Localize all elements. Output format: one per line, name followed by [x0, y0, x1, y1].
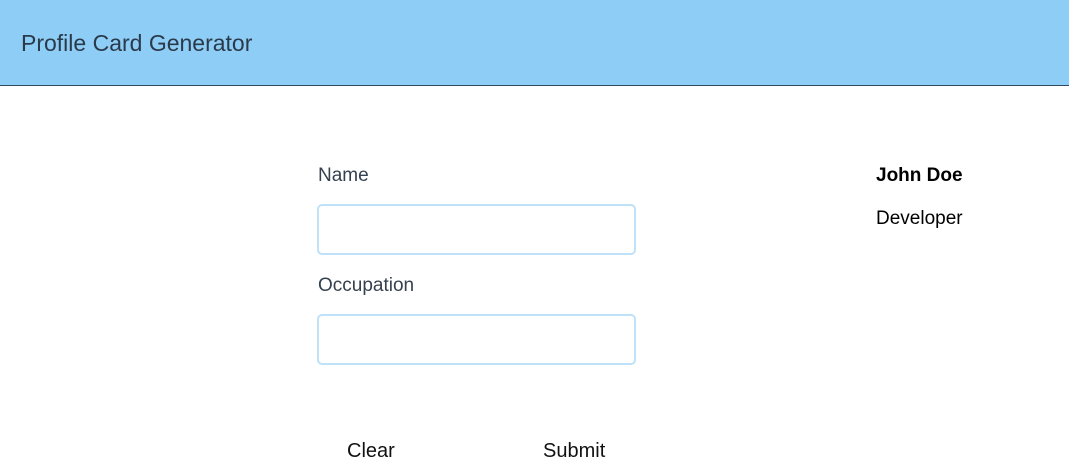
submit-button[interactable]: Submit	[543, 438, 605, 464]
profile-card-preview: John Doe Developer	[876, 164, 963, 231]
name-input[interactable]	[317, 204, 636, 255]
card-name: John Doe	[876, 165, 963, 186]
card-occupation: Developer	[876, 208, 963, 229]
clear-button[interactable]: Clear	[347, 438, 395, 464]
occupation-label: Occupation	[318, 275, 415, 296]
name-label: Name	[318, 165, 369, 186]
app-root: Profile Card Generator Name Occupation C…	[0, 0, 1069, 469]
app-header: Profile Card Generator	[0, 0, 1069, 86]
page-title: Profile Card Generator	[21, 30, 253, 56]
occupation-input[interactable]	[317, 314, 636, 365]
